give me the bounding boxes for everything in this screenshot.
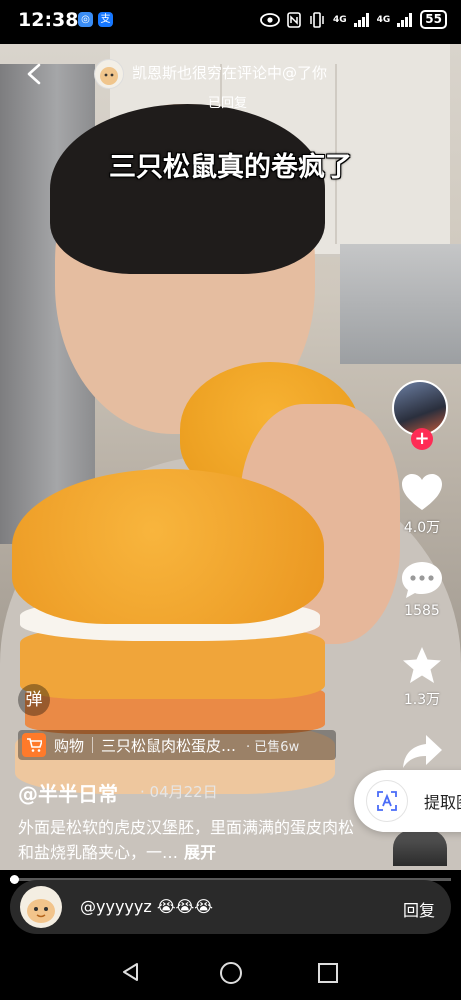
text-scan-icon: [366, 780, 408, 822]
range-hood-background: [340, 244, 461, 364]
heart-icon[interactable]: [400, 472, 444, 512]
mention-comment-bar[interactable]: @yyyyyz 😭😭😭 回复: [10, 880, 451, 934]
burger-top-bun: [12, 469, 324, 624]
cartoon-avatar-icon: [27, 899, 55, 923]
divider: [92, 737, 94, 753]
cartoon-avatar-icon: [100, 67, 118, 85]
commenter-avatar: [20, 886, 62, 928]
nav-recent-apps-icon[interactable]: [318, 963, 338, 983]
signal-icon: [397, 12, 413, 27]
comment-count: 1585: [404, 603, 440, 619]
comment-icon[interactable]: [400, 560, 444, 600]
mention-notice-text[interactable]: 凯恩斯也很穷在评论中@了你: [132, 62, 327, 83]
alipay-notification-icon: 支: [98, 12, 113, 27]
shopping-link[interactable]: 购物 三只松鼠肉松蛋皮… · 已售6w: [18, 730, 336, 760]
network-label-2: 4G: [376, 14, 391, 25]
shopping-label: 购物: [54, 736, 85, 755]
video-caption: 三只松鼠真的卷疯了: [109, 152, 352, 183]
status-time: 12:38: [18, 9, 79, 31]
post-date: · 04月22日: [140, 783, 218, 801]
network-label-1: 4G: [332, 14, 347, 25]
product-title: 三只松鼠肉松蛋皮…: [101, 736, 237, 755]
comment-text: @yyyyyz 😭😭😭: [80, 897, 213, 916]
post-description[interactable]: 外面是松软的虎皮汉堡胚，里面满满的蛋皮肉松和盐烧乳酪夹心，一… 展开: [18, 815, 358, 865]
like-count: 4.0万: [403, 520, 441, 536]
signal-icon: [353, 12, 369, 27]
back-arrow-icon[interactable]: [24, 63, 46, 85]
favorite-count: 1.3万: [403, 692, 441, 708]
author-name[interactable]: @半半日常: [18, 778, 118, 807]
video-progress-handle[interactable]: [10, 875, 19, 884]
mention-user-avatar[interactable]: [94, 59, 124, 89]
follow-plus-icon[interactable]: +: [411, 428, 433, 450]
share-icon[interactable]: [400, 732, 444, 772]
extract-text-label: 提取图: [424, 793, 461, 812]
expand-button[interactable]: 展开: [184, 843, 216, 862]
extract-text-button[interactable]: 提取图: [354, 770, 461, 832]
reply-button[interactable]: 回复: [403, 897, 435, 921]
person-hair: [50, 104, 325, 274]
cart-icon: [22, 733, 46, 757]
nfc-icon: [287, 11, 301, 28]
next-video-thumbnail[interactable]: [393, 830, 447, 866]
battery-indicator: 55: [420, 10, 447, 29]
app-notification-icon: ◎: [78, 12, 93, 27]
eye-icon: [260, 12, 280, 27]
vibrate-icon: [310, 11, 324, 28]
nav-back-icon[interactable]: [121, 962, 141, 982]
system-navigation-bar: [0, 945, 461, 1000]
star-icon[interactable]: [400, 646, 444, 686]
status-bar: 12:38 ◎ 支 4G 4G 55: [0, 0, 461, 44]
replied-label: 已回复: [208, 96, 248, 111]
nav-home-icon[interactable]: [220, 962, 242, 984]
sold-count: · 已售6w: [246, 739, 300, 755]
status-indicators: 4G 4G 55: [260, 10, 447, 29]
danmaku-toggle[interactable]: 弹: [18, 684, 50, 716]
